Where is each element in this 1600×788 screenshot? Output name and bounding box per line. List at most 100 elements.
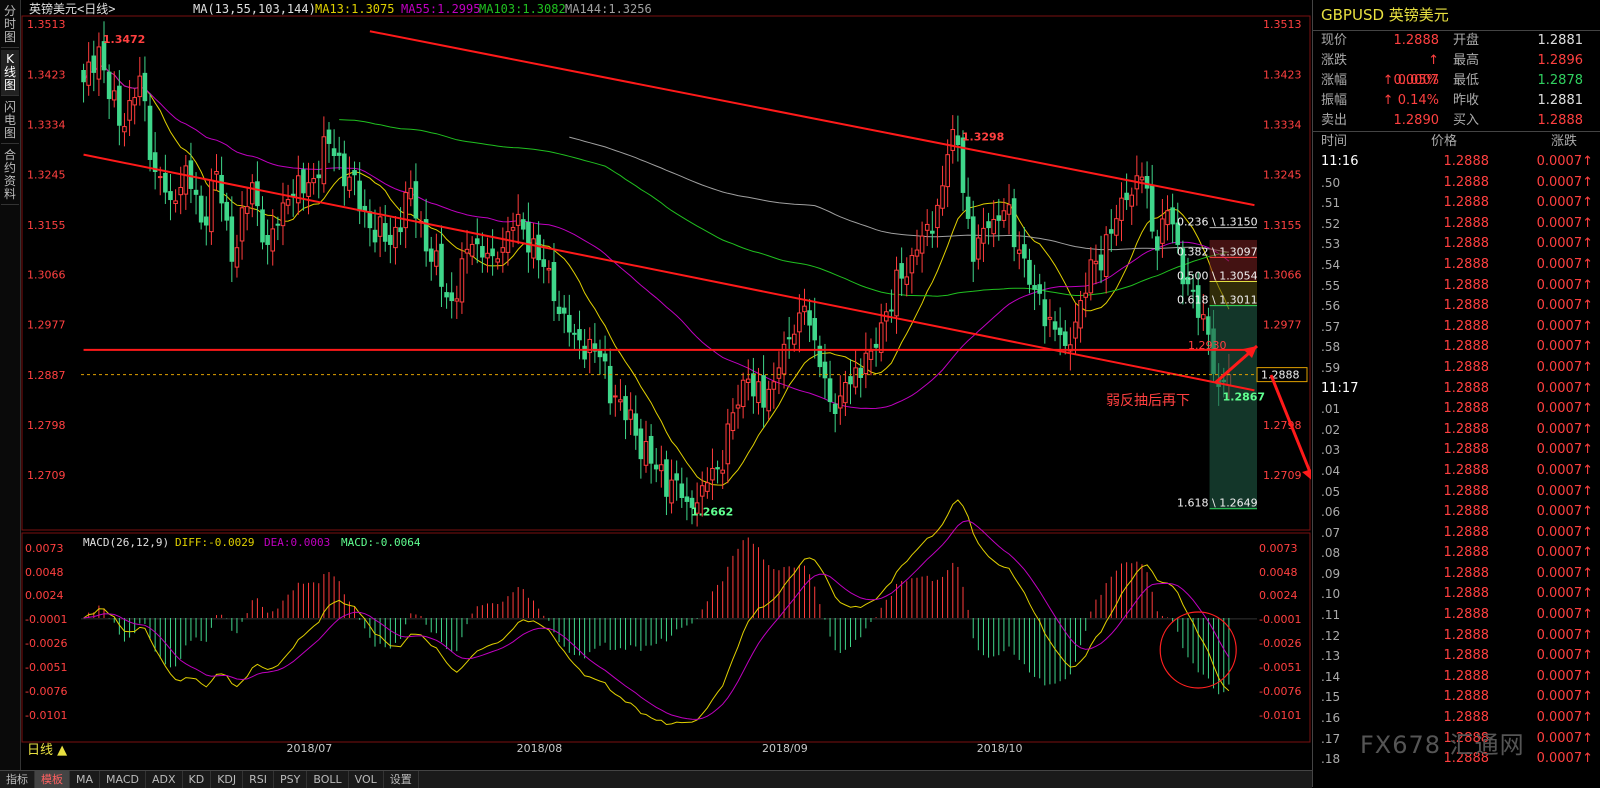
candle-down [352,170,357,176]
macd-tick-right: -0.0026 [1259,637,1301,650]
candle-down [1108,229,1114,234]
candle-up [976,237,981,260]
candle-up [781,343,787,375]
candle-down [633,413,639,436]
candle-down [480,246,485,258]
candle-up [234,247,240,268]
bottom-tab-设置[interactable]: 设置 [384,771,419,788]
tick-time: .07 [1321,525,1341,540]
candle-up [643,441,649,466]
price-tick-left: 1.3423 [27,68,66,81]
tick-time: .13 [1321,649,1341,664]
quote-row: 现价 1.2888 开盘 1.2881 [1313,31,1600,51]
tick-price: 1.2888 [1443,380,1490,396]
candle-down [275,223,281,226]
candle-down [955,135,961,146]
tick-price: 1.2888 [1443,627,1490,643]
tick-change: 0.0007↑ [1536,586,1593,602]
tick-time: 11:17 [1321,380,1359,396]
candle-down [1155,236,1160,251]
quote-label: 最高 [1453,53,1480,68]
quote-value: 1.2890 [1393,113,1440,128]
chart-header-0: 英镑美元<日线> [29,1,115,16]
candle-down [168,191,173,201]
candle-up [909,255,915,274]
candle-down [970,216,976,262]
candle-up [950,129,956,151]
macd-header-3: MACD:-0.0064 [341,536,421,549]
candle-up [618,399,623,403]
quote-label: 涨幅 [1321,73,1348,88]
candle-down [812,318,818,341]
quote-label: 振幅 [1321,93,1348,108]
candle-up [209,179,214,233]
chart-header-5: MA144:1.3256 [565,2,652,16]
candle-down [520,219,526,230]
candle-down [260,209,265,243]
candle-down [398,227,403,233]
candle-down [899,263,904,279]
tick-list[interactable]: 11:16 1.2888 0.0007↑ .50 1.2888 0.0007↑ .51 1.2… [1313,152,1600,770]
bottom-tab-指标[interactable]: 指标 [0,771,35,788]
candle-down [490,248,495,257]
tick-price: 1.2888 [1443,401,1490,417]
candle-down [607,365,613,404]
tick-row: .07 1.2888 0.0007↑ [1313,523,1600,544]
candle-down [193,189,199,195]
candle-down [858,367,864,378]
bottom-tab-模板[interactable]: 模板 [35,771,70,788]
price-tick-right: 1.2709 [1263,469,1302,482]
candle-down [142,72,148,102]
bottom-tab-macd[interactable]: MACD [100,771,146,788]
macd-tick-right: 0.0073 [1259,542,1298,555]
bottom-tab-psy[interactable]: PSY [274,771,308,788]
candle-down [91,55,97,73]
candle-down [572,332,577,335]
candle-down [827,378,833,403]
candle-down [556,306,562,314]
candle-down [638,428,644,460]
quote-row: 振幅 ↑ 0.14% 昨收 1.2881 [1313,91,1600,111]
candle-up [1119,197,1124,221]
candle-up [96,46,102,80]
bottom-tab-kd[interactable]: KD [183,771,212,788]
candle-up [464,248,470,254]
bottom-tab-kdj[interactable]: KDJ [211,771,244,788]
candle-up [311,178,316,184]
bottom-tab-ma[interactable]: MA [70,771,101,788]
sidebar-tab-0[interactable]: 分时图 [1,2,19,48]
tick-price: 1.2888 [1443,359,1490,375]
tick-change: 0.0007↑ [1536,359,1593,375]
tick-price: 1.2888 [1443,442,1490,458]
candle-up [659,464,664,472]
tick-change: 0.0007↑ [1536,545,1593,561]
tick-time: .10 [1321,587,1341,602]
sidebar-tab-2[interactable]: 闪电图 [1,98,19,144]
quote-value: 1.2888 [1393,33,1440,48]
quote-label: 涨跌 [1321,53,1348,68]
tick-price: 1.2888 [1443,298,1490,314]
bottom-tab-vol[interactable]: VOL [349,771,384,788]
tick-time: .18 [1321,752,1341,767]
date-label: 2018/09 [762,742,808,755]
left-sidebar: 分时图 K线图闪电图合约资料 [0,0,21,770]
kline-chart[interactable]: 英镑美元<日线> MA(13,55,103,144) MA13:1.3075 MA55… [21,0,1311,770]
candle-down [602,353,608,362]
bottom-tab-adx[interactable]: ADX [146,771,183,788]
candle-up [791,333,797,345]
candle-up [771,381,777,390]
sidebar-tab-3[interactable]: 合约资料 [1,146,19,205]
tick-row: 11:17 1.2888 0.0007↑ [1313,379,1600,400]
candle-up [1103,234,1109,278]
candle-down [1149,184,1155,232]
bottom-tab-rsi[interactable]: RSI [243,771,275,788]
bottom-tab-boll[interactable]: BOLL [307,771,349,788]
price-tick-left: 1.2977 [27,319,66,332]
quote-value: ↑ 0.05% [1382,73,1439,88]
candle-down [382,223,388,242]
tick-change: 0.0007↑ [1536,318,1593,334]
candle-down [807,310,812,326]
price-tick-right: 1.3423 [1263,68,1302,81]
sidebar-tab-1[interactable]: K线图 [1,50,19,96]
candle-up [86,61,91,86]
